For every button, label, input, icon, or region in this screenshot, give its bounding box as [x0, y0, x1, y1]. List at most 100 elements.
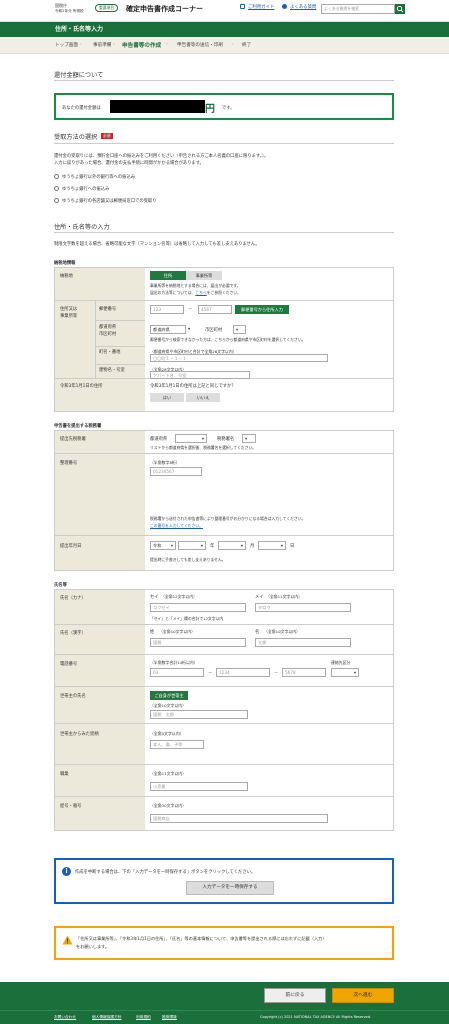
date-note: 提出時に手書きしても差し支えありません。 [150, 557, 226, 562]
footer-link-privacy[interactable]: 個人情報保護方針 [92, 1015, 122, 1020]
refund-amount-redacted [110, 100, 205, 113]
crumb-send: 申告書等の送信・印刷 [177, 43, 223, 48]
month-unit: 月 [250, 544, 255, 549]
jan1-yes-button[interactable]: はい [150, 393, 184, 402]
tab-address[interactable]: 住所 [150, 271, 186, 280]
info-icon: i [62, 867, 71, 876]
receipt-heading: 受取方法の選択 [54, 134, 98, 141]
page-band-title: 住所・氏名等入力 [0, 22, 449, 37]
crumb-current: 申告書等の作成 [122, 43, 162, 49]
mei-kana-label: メイ [255, 595, 264, 600]
rel-label: 世帯主からみた続柄 [60, 732, 99, 737]
city-select[interactable]: ▾ [233, 325, 246, 334]
tab-note-link[interactable]: こちら [195, 290, 206, 295]
phone-type-label: 連絡先区分 [331, 660, 351, 665]
radio-counter-label[interactable]: ゆうちょ銀行の各店舗又は郵便局窓口での受取り [62, 198, 157, 204]
pref-select[interactable]: 都道府県 [150, 325, 186, 334]
pref-note: 郵便番号から検索できなかった方は、こちらから都道府県や市区町村を選択してください… [150, 337, 306, 342]
refund-heading: 還付金額について [54, 72, 104, 79]
postal-lookup-button[interactable]: 郵便番号から住所入力 [235, 305, 289, 314]
city-label: 市区町村 [205, 328, 223, 333]
address-note: 制限文字数を超える場合、省略可能な文字（マンション名等）は省略して入力しても差し… [54, 242, 260, 247]
faq-icon [282, 4, 287, 9]
breadcrumb: トップ画面 › 事前準備 › 申告書等の作成 › 申告書等の送信・印刷 › 終了 [0, 37, 449, 54]
seiri-hint: （半角数字8桁） [150, 460, 180, 465]
crumb-prep: 事前準備 [93, 43, 112, 48]
back-button[interactable]: 前に戻る [264, 988, 326, 1003]
phone-label: 電話番号 [60, 662, 78, 667]
seiri-note: 税務署から送付された申告書等により整理番号がお分かりになる場合は入力してください… [150, 516, 306, 521]
refund-suffix: です。 [222, 106, 235, 111]
faq-search-input[interactable]: よくある質問を検索 [321, 4, 395, 14]
footer-link-contact[interactable]: お問い合わせ [54, 1015, 76, 1020]
jan1-no-button[interactable]: いいえ [186, 393, 220, 402]
dest-label: 提出先税務署 [60, 437, 86, 442]
search-icon [396, 5, 404, 13]
self-head-button[interactable]: ご自身が世帯主 [150, 691, 188, 700]
nozeichi-table: 納税地 住所 事業所等 事業所等を納税地とする場合には、届出が必要です。 届出の… [54, 267, 394, 412]
save-box: i 作成を中断する場合は、下の「入力データを一時保存する」ボタンをクリックしてく… [54, 858, 394, 904]
guide-link[interactable]: ご利用ガイド [248, 4, 274, 10]
day-select[interactable]: ▾ [258, 541, 286, 550]
tab-office[interactable]: 事業所等 [186, 271, 222, 280]
kana-label: 氏名（カナ） [60, 596, 86, 601]
radio-yucho-label[interactable]: ゆうちょ銀行への振込み [62, 186, 109, 192]
save-temp-button[interactable]: 入力データを一時保存する [186, 881, 274, 895]
mei-kana-input[interactable]: タロウ [255, 603, 351, 612]
trade-input[interactable]: 国税商店 [150, 814, 328, 823]
footer-link-env[interactable]: 推奨環境 [162, 1015, 177, 1020]
sei-input[interactable]: 国税 [150, 638, 246, 647]
seiri-input[interactable]: 01234567 [150, 467, 202, 476]
mei-kana-hint: （全角11文字以内） [266, 594, 303, 599]
job-input[interactable]: 小売業 [150, 782, 248, 791]
year-select[interactable]: ▾ [178, 541, 206, 550]
sei-hint: （全角10文字以内） [159, 629, 196, 634]
group-tax-office: 申告書を提出する税務署 [54, 424, 102, 429]
tab-note-2: 届出の方法等については、こちらをご参照ください。 [150, 290, 241, 295]
head-input[interactable]: 国税 太郎 [150, 710, 248, 719]
town-input[interactable]: 〇〇町１－１－１ [150, 354, 328, 362]
crumb-end: 終了 [242, 43, 252, 48]
phone-input-1[interactable]: 03 [150, 668, 204, 677]
tab-note-1: 事業所等を納税地とする場合には、届出が必要です。 [150, 283, 241, 288]
bldg-input[interactable]: アパート名、号室 [150, 371, 250, 379]
name-table: 氏名（カナ） セイ （全角12文字以内） メイ （全角11文字以内） コクゼイ … [54, 589, 394, 831]
town-label: 町名・番地 [99, 350, 121, 355]
month-select[interactable]: ▾ [218, 541, 246, 550]
job-label: 職業 [60, 772, 69, 777]
postal-code-2[interactable]: 4567 [198, 305, 232, 314]
sei-label: 姓 [150, 630, 155, 635]
sei-kana-input[interactable]: コクゼイ [150, 603, 246, 612]
footer-link-terms[interactable]: 利用規約 [136, 1015, 151, 1020]
radio-bank-label[interactable]: ゆうちょ銀行以外の銀行等への振込み [62, 174, 135, 180]
jan1-question: 令和3年1月1日の住所は上記と同じですか？ [150, 384, 236, 389]
radio-bank[interactable] [54, 174, 59, 179]
group-name: 氏名等 [54, 583, 67, 588]
faq-link[interactable]: よくある質問 [290, 4, 316, 10]
dest-pref-select[interactable]: ▾ [175, 434, 207, 443]
year-unit: 年 [210, 544, 215, 549]
tax-office-select[interactable]: ▾ [242, 434, 256, 443]
trade-hint: （全角30文字以内） [150, 803, 187, 808]
seiri-link[interactable]: この番号を入力してください。 [150, 523, 203, 529]
phone-input-2[interactable]: 1234 [216, 668, 270, 677]
bldg-label: 建物名・号室 [99, 368, 125, 373]
rel-input[interactable]: 本人、妻、子等 [150, 740, 204, 749]
mei-input[interactable]: 太郎 [255, 638, 351, 647]
head-label: 世帯主の氏名 [60, 694, 86, 699]
era-select[interactable]: 令和 ▾ [150, 541, 176, 550]
address-heading: 住所・氏名等の入力 [54, 224, 110, 231]
next-button[interactable]: 次へ進む [332, 988, 394, 1003]
refund-prefix: あなたの還付金額は [62, 106, 101, 111]
day-unit: 日 [290, 544, 295, 549]
postal-code-1[interactable]: 123 [150, 305, 184, 314]
radio-counter[interactable] [54, 198, 59, 203]
search-button[interactable] [395, 4, 405, 14]
trade-label: 屋号・雅号 [60, 804, 82, 809]
sei-kana-hint: （全角12文字以内） [161, 594, 198, 599]
sei-kana-label: セイ [150, 595, 159, 600]
phone-input-3[interactable]: 5678 [282, 668, 326, 677]
radio-yucho[interactable] [54, 186, 59, 191]
warning-box: 「住所又は事業所等」、「令和3年1月1日の住所」、「氏名」等の基本情報について、… [54, 926, 394, 960]
phone-type-select[interactable]: ▾ [331, 668, 359, 677]
